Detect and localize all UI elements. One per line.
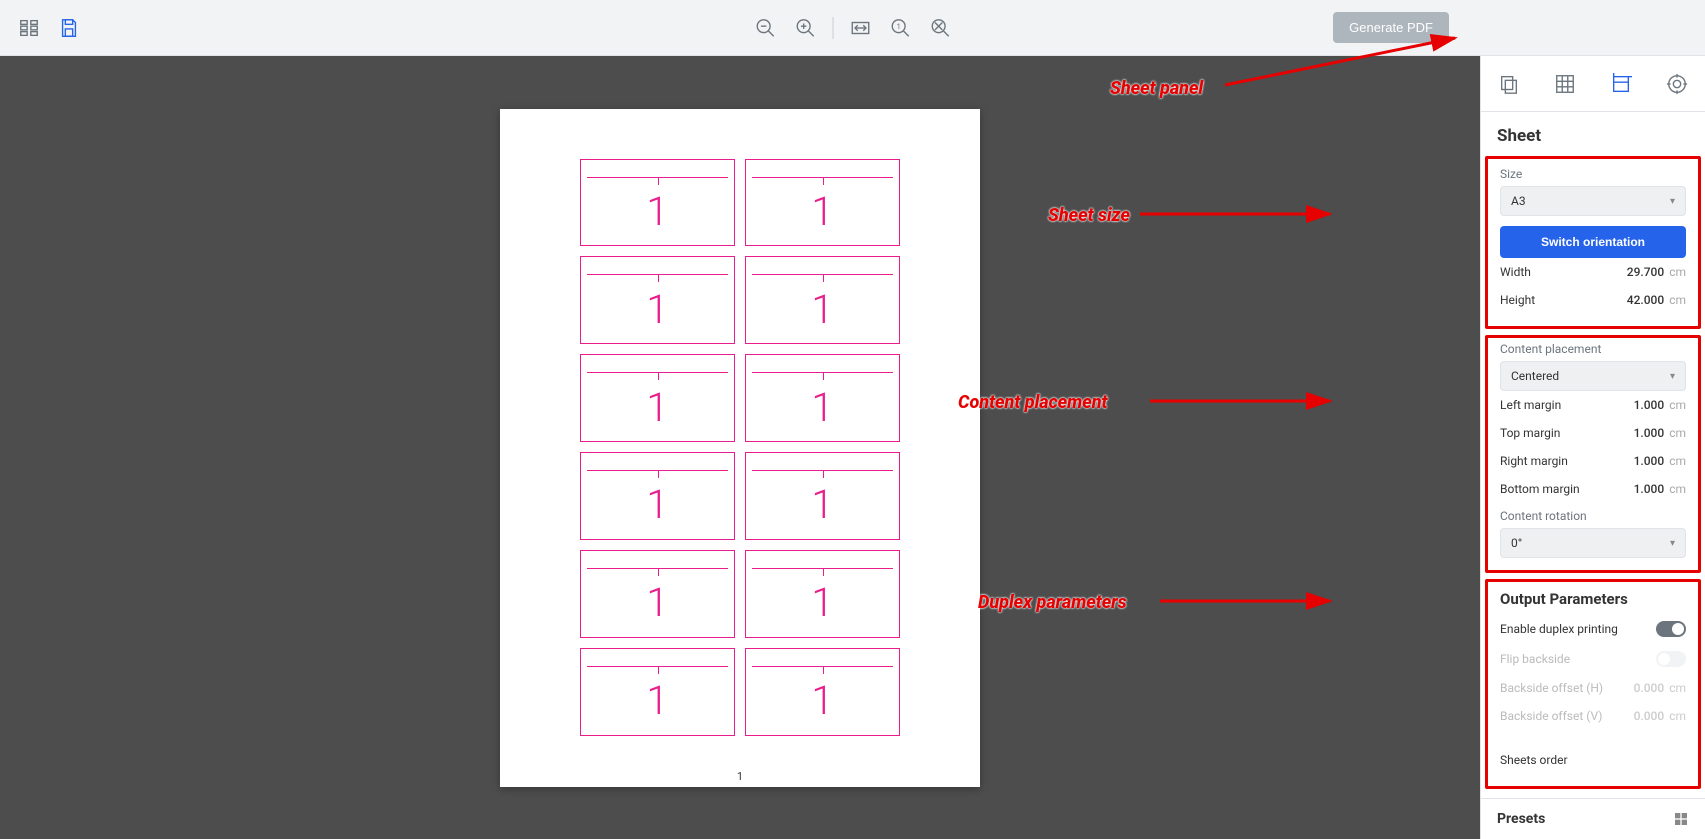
placement-label: Content placement [1500,342,1686,356]
duplex-label: Enable duplex printing [1500,622,1618,636]
bottom-margin-value[interactable]: 1.000 [1634,482,1665,496]
card-slot: 1 [745,354,900,442]
width-label: Width [1500,265,1531,279]
card-slot: 1 [745,550,900,638]
card-slot: 1 [580,159,735,247]
presets-label: Presets [1497,811,1545,827]
annotation-sheet-panel: Sheet panel [1110,78,1203,99]
rotation-select[interactable]: 0° [1500,528,1686,558]
annotation-sheet-size: Sheet size [1048,205,1130,226]
zoom-actual-icon[interactable]: 1 [887,15,913,41]
height-label: Height [1500,293,1535,307]
card-slot: 1 [745,159,900,247]
card-slot: 1 [745,256,900,344]
annotation-content-placement: Content placement [958,392,1107,413]
size-section: Size A3 Switch orientation Width 29.700 … [1485,156,1701,329]
tab-sheet-icon[interactable] [1608,71,1634,97]
width-value[interactable]: 29.700 [1627,265,1664,279]
switch-orientation-button[interactable]: Switch orientation [1500,226,1686,258]
right-margin-label: Right margin [1500,454,1568,468]
output-title: Output Parameters [1500,590,1686,608]
tab-registration-icon[interactable] [1664,71,1690,97]
top-margin-value[interactable]: 1.000 [1634,426,1665,440]
offset-h-label: Backside offset (H) [1500,681,1603,695]
card-slot: 1 [580,648,735,736]
card-slot: 1 [580,354,735,442]
presets-row[interactable]: Presets [1481,798,1705,839]
sheet-preview: 1 1 1 1 1 1 1 1 1 1 1 1 1 [500,109,980,787]
side-panel: Sheet Size A3 Switch orientation Width 2… [1480,56,1705,839]
zoom-fit-icon[interactable] [927,15,953,41]
canvas-area[interactable]: 1 1 1 1 1 1 1 1 1 1 1 1 1 Sheet panel Sh… [0,56,1480,839]
fit-width-icon[interactable] [847,15,873,41]
side-panel-tabs [1481,56,1705,112]
zoom-out-icon[interactable] [752,15,778,41]
sheets-order-label: Sheets order [1500,753,1568,767]
placement-section: Content placement Centered Left margin 1… [1485,335,1701,573]
offset-v-value: 0.000 [1634,709,1665,723]
top-margin-label: Top margin [1500,426,1560,440]
height-value[interactable]: 42.000 [1627,293,1664,307]
annotation-duplex-params: Duplex parameters [978,592,1127,613]
generate-pdf-button[interactable]: Generate PDF [1333,12,1449,43]
toolbar-separator [832,17,833,39]
card-slot: 1 [580,452,735,540]
duplex-toggle[interactable] [1656,621,1686,637]
card-slot: 1 [580,256,735,344]
right-margin-value[interactable]: 1.000 [1634,454,1665,468]
size-label: Size [1500,167,1686,181]
zoom-in-icon[interactable] [792,15,818,41]
flip-toggle [1656,651,1686,667]
flip-label: Flip backside [1500,652,1570,666]
view-mode-icon[interactable] [16,15,42,41]
card-slot: 1 [745,648,900,736]
offset-h-value: 0.000 [1634,681,1665,695]
placement-select[interactable]: Centered [1500,361,1686,391]
left-margin-label: Left margin [1500,398,1561,412]
left-margin-value[interactable]: 1.000 [1634,398,1665,412]
output-section: Output Parameters Enable duplex printing… [1485,579,1701,789]
card-slot: 1 [580,550,735,638]
page-number: 1 [500,766,980,787]
offset-v-label: Backside offset (V) [1500,709,1602,723]
svg-text:1: 1 [896,21,900,30]
tab-grid-icon[interactable] [1552,71,1578,97]
save-layout-icon[interactable] [56,15,82,41]
presets-grid-icon [1673,811,1689,827]
size-select[interactable]: A3 [1500,186,1686,216]
bottom-margin-label: Bottom margin [1500,482,1580,496]
tab-pages-icon[interactable] [1496,71,1522,97]
panel-title: Sheet [1481,112,1705,156]
card-slot: 1 [745,452,900,540]
rotation-label: Content rotation [1500,509,1686,523]
top-toolbar: 1 Generate PDF [0,0,1705,56]
